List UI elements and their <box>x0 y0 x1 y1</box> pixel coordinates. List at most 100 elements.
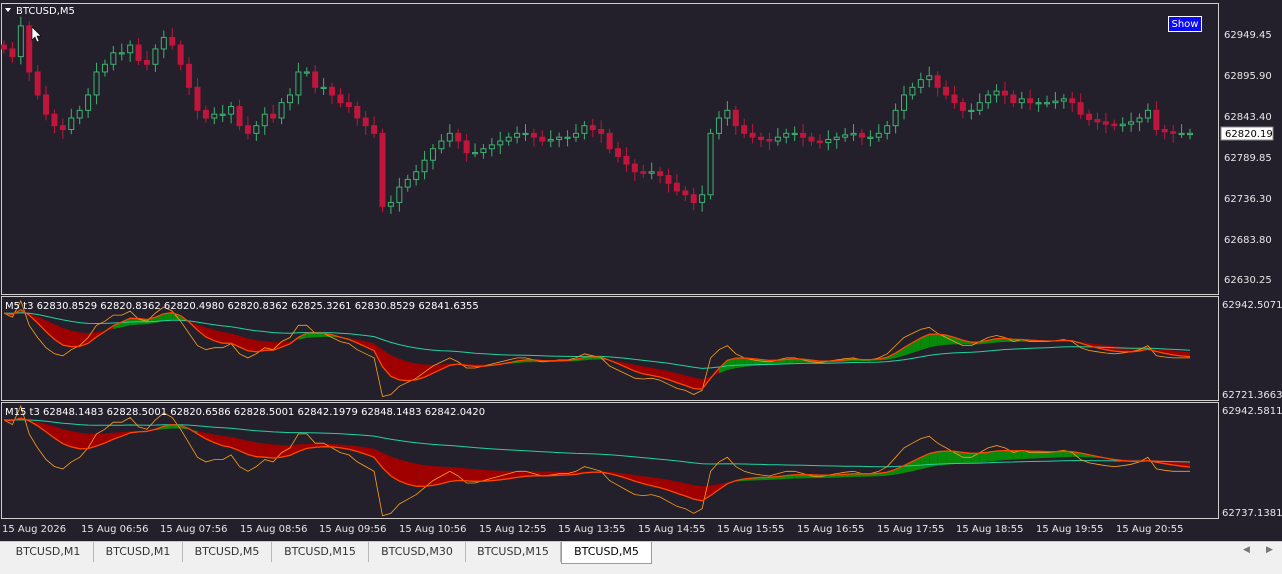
candle-body <box>1161 129 1168 133</box>
candle-body <box>816 140 823 144</box>
show-button[interactable]: Show <box>1168 16 1202 32</box>
chart-canvas[interactable]: BTCUSD,M5 62949.45 62895.90 62843.40 627… <box>0 0 1282 541</box>
time-label: 15 Aug 17:55 <box>877 524 944 535</box>
chart-area[interactable]: BTCUSD,M5 62949.45 62895.90 62843.40 627… <box>0 0 1282 541</box>
tab-btcusd-m5[interactable]: BTCUSD,M5 <box>183 542 272 562</box>
candle-body <box>354 105 361 119</box>
candle-body <box>976 102 983 111</box>
ribbon-segment <box>399 459 408 485</box>
candle-body <box>429 148 436 161</box>
candle-body <box>1128 121 1135 125</box>
collapse-triangle-icon[interactable] <box>5 8 11 12</box>
ribbon-segment <box>458 467 467 481</box>
candle-body <box>312 71 319 88</box>
time-label: 15 Aug 12:55 <box>479 524 546 535</box>
ribbon-segment <box>466 468 476 482</box>
candle-body <box>303 71 310 74</box>
candle-body <box>396 186 403 203</box>
ribbon-segment <box>407 361 417 381</box>
candle-body <box>371 125 378 134</box>
candle-body <box>1044 102 1051 105</box>
price-label: 62895.90 <box>1224 71 1272 82</box>
candle-body <box>68 117 75 131</box>
candle-body <box>1001 90 1008 96</box>
candle-body <box>76 109 83 119</box>
ribbon-segment <box>46 320 55 340</box>
candle-body <box>236 105 243 127</box>
candle-body <box>1035 102 1042 105</box>
candle-body <box>791 132 798 136</box>
ribbon-segment <box>407 461 417 487</box>
tab-btcusd-m1[interactable]: BTCUSD,M1 <box>3 542 94 562</box>
candle-body <box>909 86 916 96</box>
candle-body <box>774 136 781 142</box>
candle-body <box>9 48 16 58</box>
tab-btcusd-m15[interactable]: BTCUSD,M15 <box>272 542 369 562</box>
candle-body <box>1119 123 1126 127</box>
candle-body <box>51 113 58 127</box>
tab-btcusd-m5-active[interactable]: BTCUSD,M5 <box>561 542 652 564</box>
candle-body <box>715 117 722 134</box>
candle-body <box>135 44 142 61</box>
m5-indicator-series <box>3 299 1191 397</box>
candle-body <box>732 109 739 127</box>
candle-body <box>1052 100 1059 104</box>
ribbon-segment <box>946 451 955 465</box>
time-label: 15 Aug 16:55 <box>797 524 864 535</box>
ribbon-segment <box>1030 451 1039 459</box>
ribbon-segment <box>390 355 400 380</box>
ribbon-segment <box>1055 451 1064 458</box>
m15-indicator-legend: M15 t3 62848.1483 62828.5001 62820.6586 … <box>5 407 485 418</box>
candle-body <box>438 140 445 150</box>
candle-body <box>362 117 369 127</box>
tab-scroll-left-icon[interactable]: ◀ <box>1243 545 1250 555</box>
tab-btcusd-m1-2[interactable]: BTCUSD,M1 <box>94 542 183 562</box>
candle-body <box>581 125 588 134</box>
tab-scroll-right-icon[interactable]: ▶ <box>1266 545 1273 555</box>
m5-scale-bottom: 62721.3663 <box>1222 390 1282 401</box>
current-price-tag: 62820.19 <box>1220 126 1274 141</box>
candle-body <box>951 94 958 104</box>
candle-body <box>194 86 201 111</box>
candle-body <box>1 44 7 50</box>
candle-body <box>707 132 714 196</box>
candle-body <box>505 136 512 142</box>
price-label: 62630.25 <box>1224 275 1272 286</box>
candle-body <box>1094 119 1101 123</box>
time-axis: 15 Aug 2026 15 Aug 06:56 15 Aug 07:56 15… <box>2 524 1183 535</box>
candle-body <box>421 159 428 173</box>
ribbon-segment <box>693 377 703 390</box>
candle-body <box>800 132 807 138</box>
candle-body <box>1027 98 1034 104</box>
candle-body <box>640 171 647 174</box>
candlestick-series <box>1 16 1193 214</box>
candle-body <box>1144 109 1151 119</box>
candle-body <box>244 125 251 134</box>
symbol-title: BTCUSD,M5 <box>16 6 75 17</box>
candle-body <box>724 109 731 119</box>
time-label: 15 Aug 15:55 <box>717 524 784 535</box>
candle-body <box>219 113 226 116</box>
candle-body <box>1136 117 1143 123</box>
tab-btcusd-m15-2[interactable]: BTCUSD,M15 <box>466 542 561 562</box>
ribbon-segment <box>449 466 459 482</box>
candle-body <box>985 94 992 104</box>
candle-body <box>446 132 453 142</box>
candle-body <box>261 113 268 127</box>
candle-body <box>892 109 899 127</box>
candle-body <box>648 171 655 174</box>
tab-btcusd-m30[interactable]: BTCUSD,M30 <box>369 542 466 562</box>
time-label: 15 Aug 10:56 <box>399 524 466 535</box>
candle-body <box>539 136 546 142</box>
candle-body <box>690 194 697 203</box>
candle-body <box>741 125 748 134</box>
candle-body <box>547 138 554 142</box>
candle-body <box>59 125 66 131</box>
ribbon-segment <box>273 444 282 459</box>
candle-body <box>1102 121 1109 125</box>
candle-body <box>993 90 1000 96</box>
candle-body <box>17 25 24 58</box>
candle-body <box>623 155 630 165</box>
price-label: 62843.40 <box>1224 112 1272 123</box>
ribbon-segment <box>962 452 972 464</box>
